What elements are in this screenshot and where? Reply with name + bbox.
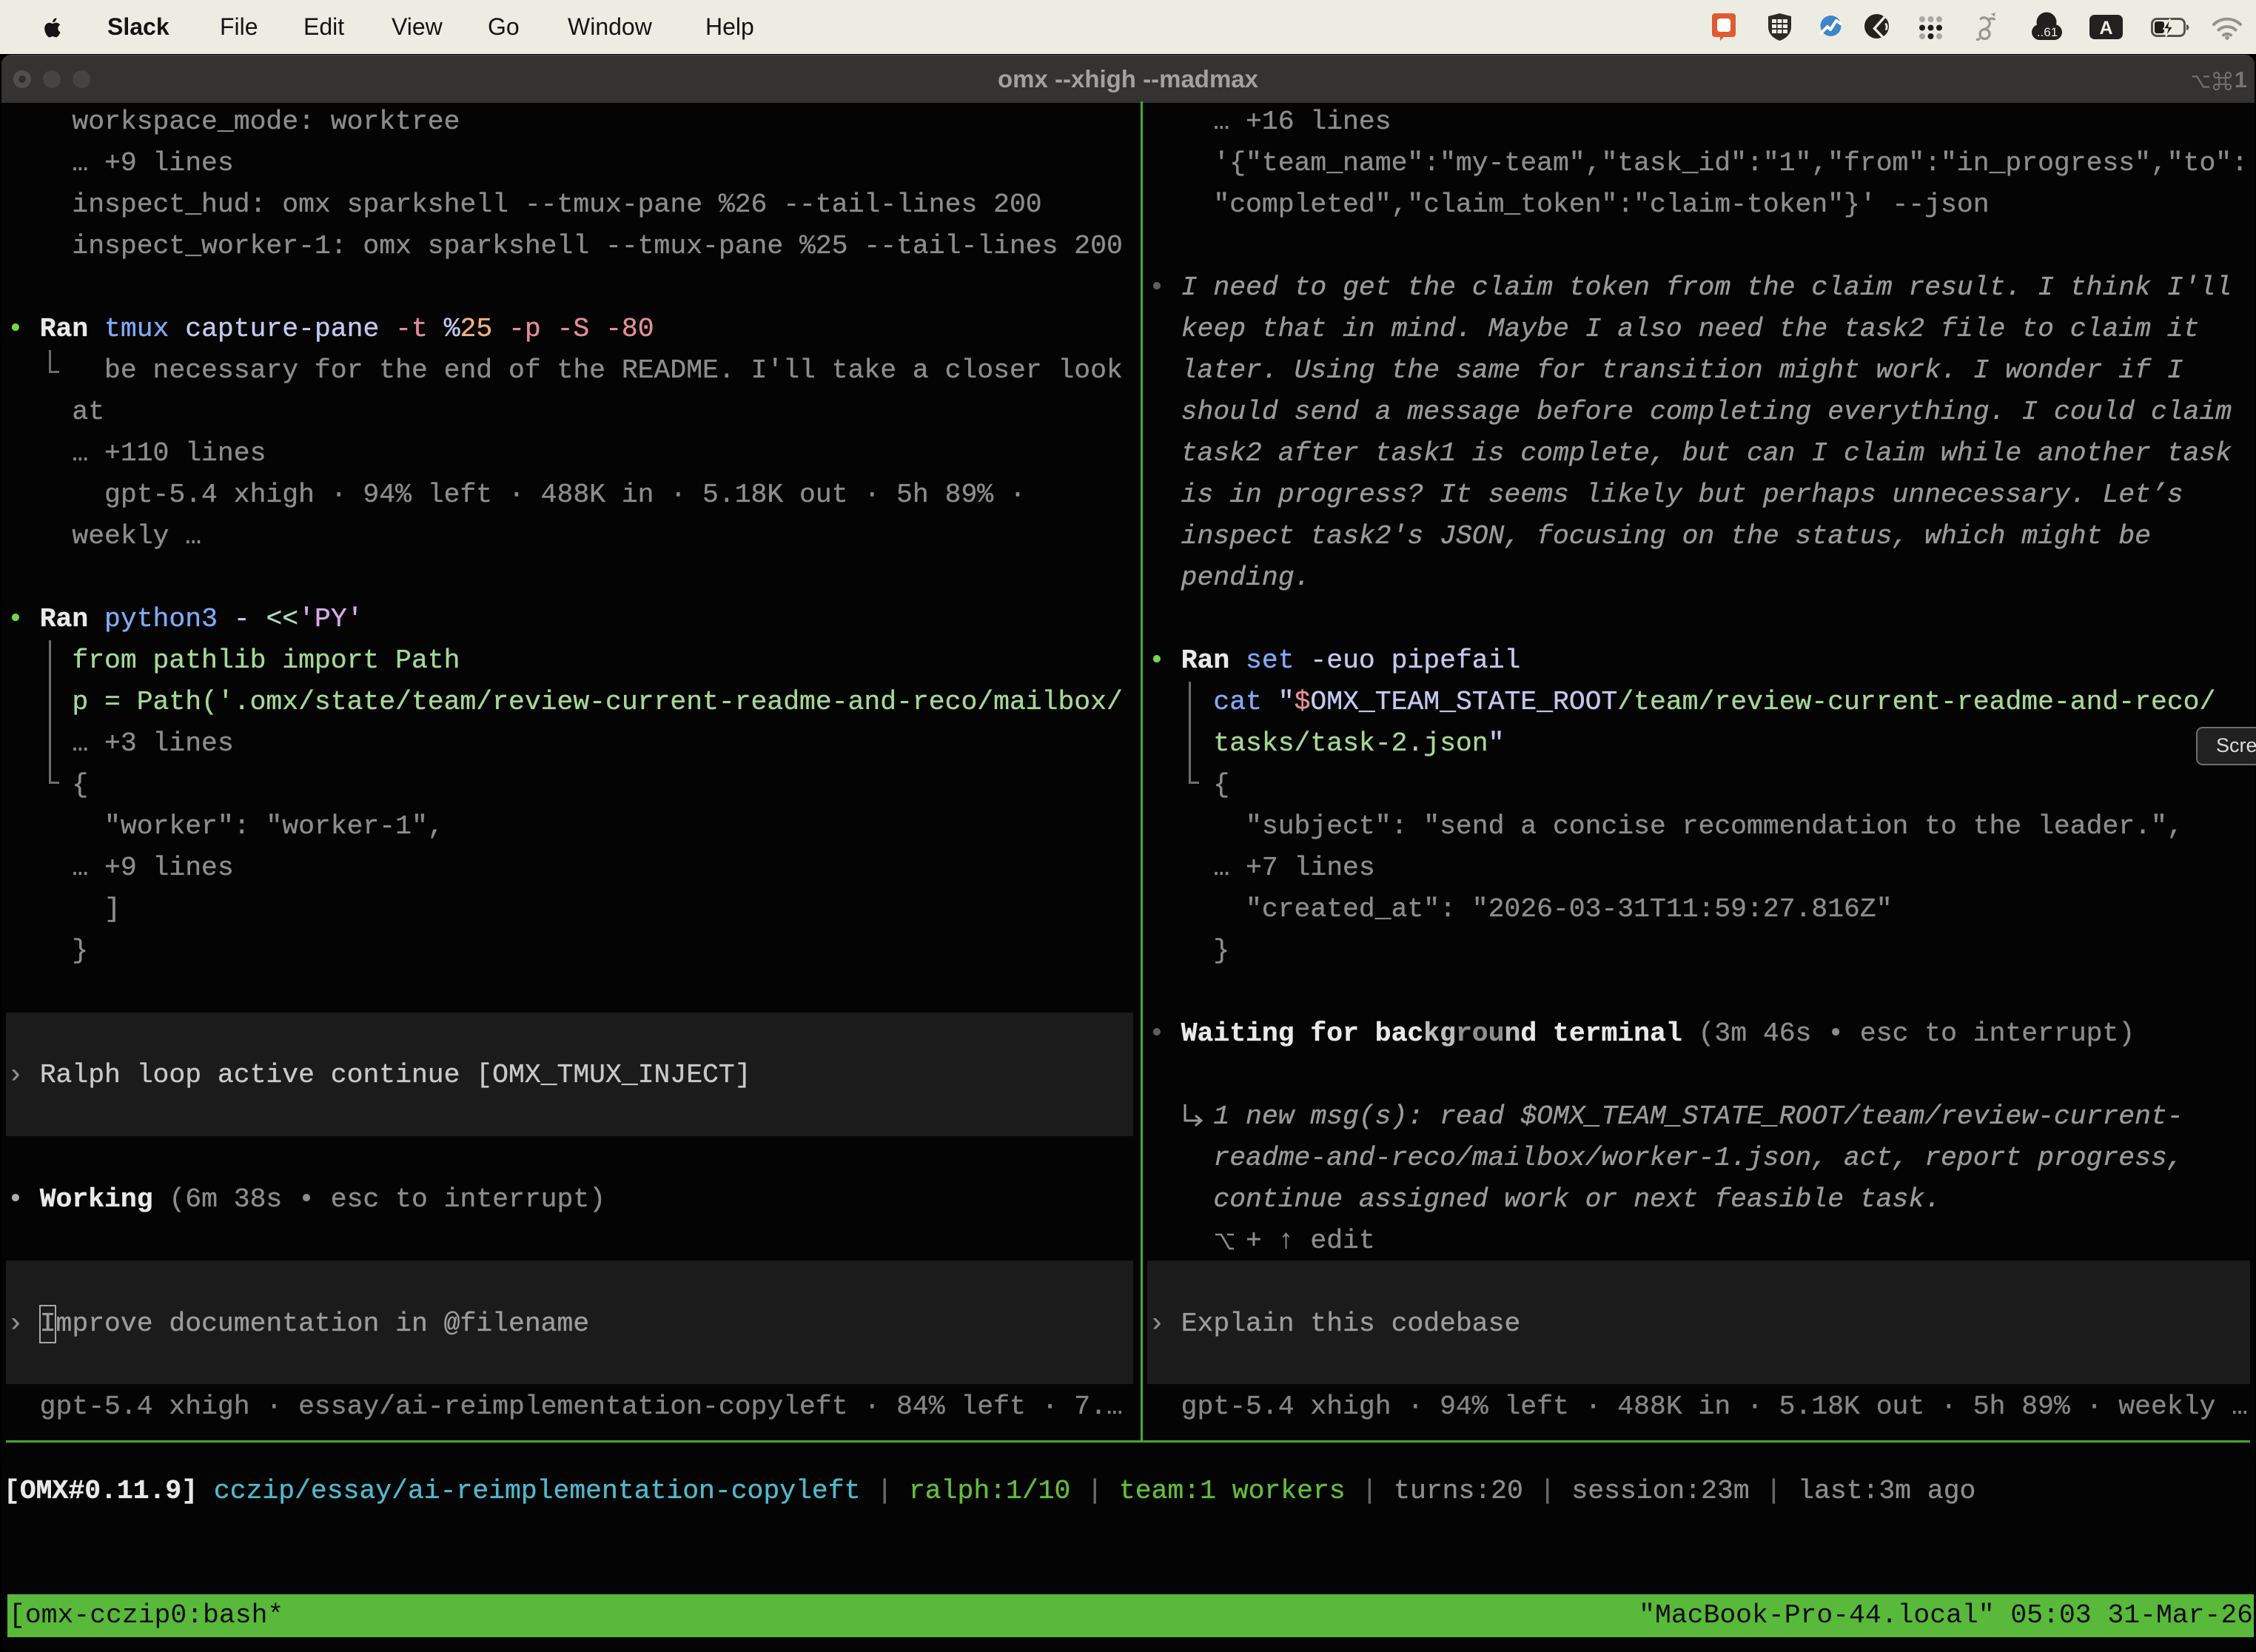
svg-text:A: A	[2099, 18, 2112, 38]
svg-text:..61: ..61	[2037, 25, 2058, 39]
